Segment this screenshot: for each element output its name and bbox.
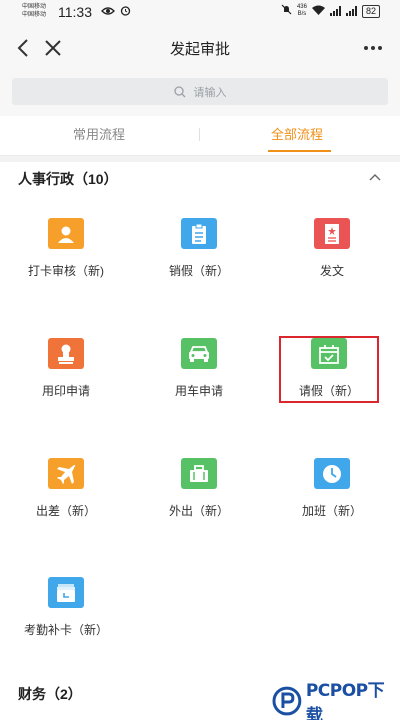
carrier-2: 中国移动 (22, 12, 47, 18)
signal-icon-2 (345, 6, 357, 16)
search-icon (173, 85, 185, 97)
flow-item-clock-in-review[interactable]: 打卡审核（新) (6, 218, 126, 298)
watermark: PCPOP下载 (272, 681, 400, 720)
flow-item-seal-request[interactable]: 用印申请 (6, 338, 126, 418)
title-bar: 发起审批 (0, 26, 400, 70)
active-tab-indicator (268, 150, 331, 152)
tab-common-flows[interactable]: 常用流程 (73, 124, 125, 143)
tab-all-flows[interactable]: 全部流程 (271, 124, 323, 143)
flow-item-label: 出差（新） (35, 504, 96, 518)
flow-item-dispatch[interactable]: 发文 (272, 218, 392, 298)
flow-item-label: 用印申请 (41, 384, 90, 398)
eye-icon (101, 7, 120, 19)
clipboard-icon (181, 218, 217, 249)
more-button[interactable] (358, 33, 388, 63)
carrier-info: 中国移动 中国移动 (22, 3, 46, 19)
wifi-icon (311, 5, 325, 18)
section-title-finance: 财务（2） (18, 686, 82, 702)
flow-item-car-request[interactable]: 用车申请 (139, 338, 259, 418)
tab-bar: 常用流程 全部流程 (0, 116, 400, 156)
search-area: 请输入 (0, 70, 400, 116)
flow-item-go-out[interactable]: 外出（新） (139, 458, 259, 538)
flow-item-label: 加班（新） (301, 504, 362, 518)
stamp-icon (48, 338, 84, 369)
signal-icon-1 (329, 6, 341, 16)
pcpop-logo-icon (272, 686, 302, 716)
page-title: 发起审批 (169, 41, 230, 58)
flow-item-label: 用车申请 (174, 384, 223, 398)
document-icon (314, 218, 350, 249)
briefcase-icon (181, 458, 217, 489)
chevron-up-icon (369, 174, 381, 181)
search-placeholder: 请输入 (193, 86, 227, 99)
collapse-section-button[interactable] (368, 171, 382, 185)
person-icon (48, 218, 84, 249)
alarm-icon (120, 6, 131, 19)
car-icon (181, 338, 217, 369)
clock-icon (314, 458, 350, 489)
flow-item-label: 发文 (319, 264, 344, 278)
status-icons-right: 436 B/s 82 (281, 4, 380, 18)
flow-item-label: 销假（新） (168, 264, 229, 278)
mute-icon (281, 4, 292, 18)
net-speed: 436 B/s (297, 4, 307, 18)
status-time: 11:33 (58, 4, 92, 20)
search-input[interactable]: 请输入 (12, 78, 388, 105)
tab-divider (199, 128, 200, 141)
highlight-box (279, 336, 379, 403)
attendance-card-icon (48, 577, 84, 608)
flow-item-label: 打卡审核（新) (28, 264, 104, 278)
status-bar: 中国移动 中国移动 11:33 436 B/s 82 (0, 0, 400, 26)
flow-item-label: 考勤补卡（新） (23, 623, 108, 637)
section-title-hr: 人事行政（10） (18, 171, 118, 187)
status-icons-left (101, 5, 131, 19)
flow-item-leave-cancel[interactable]: 销假（新） (139, 218, 259, 298)
net-speed-unit: B/s (297, 11, 307, 17)
flow-item-attendance-makeup[interactable]: 考勤补卡（新） (6, 577, 126, 657)
watermark-text: PCPOP下载 (305, 681, 385, 720)
flow-item-business-trip[interactable]: 出差（新） (6, 458, 126, 538)
more-dots-icon (364, 46, 382, 50)
net-speed-value: 436 (296, 4, 307, 10)
section-gap (0, 156, 400, 162)
battery-level: 82 (361, 4, 380, 18)
airplane-icon (48, 458, 84, 489)
flow-item-label: 外出（新） (168, 504, 229, 518)
flow-item-overtime[interactable]: 加班（新） (272, 458, 392, 538)
carrier-1: 中国移动 (22, 4, 47, 10)
